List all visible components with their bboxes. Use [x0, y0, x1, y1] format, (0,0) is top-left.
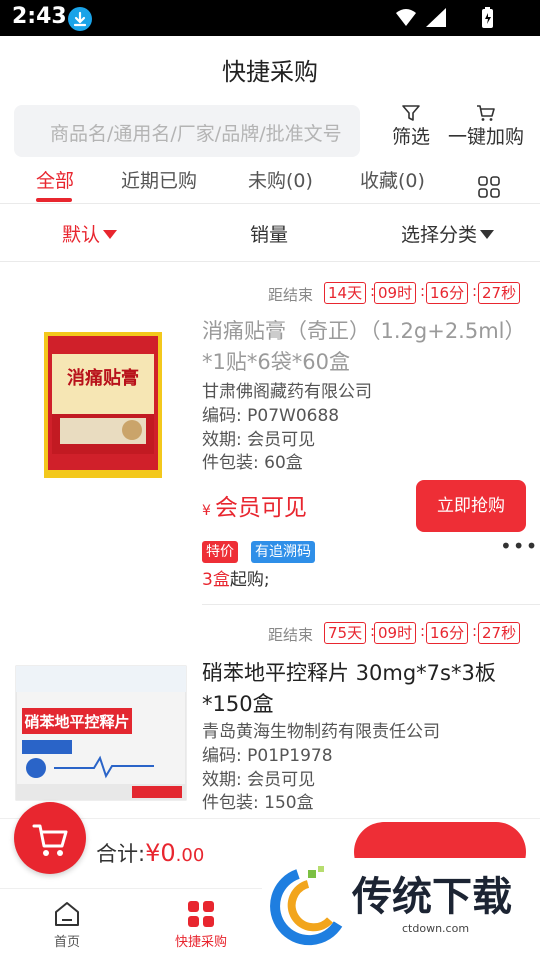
- nav-home[interactable]: 首页: [22, 899, 112, 950]
- product-expiry: 效期: 会员可见: [202, 430, 316, 450]
- countdown-seconds: 27秒: [478, 282, 521, 304]
- quick-buy-icon: [186, 899, 216, 929]
- price-symbol: ¥: [202, 503, 211, 519]
- one-click-add-button[interactable]: 一键加购: [444, 104, 528, 152]
- tab-favorites[interactable]: 收藏(0): [360, 166, 425, 193]
- search-placeholder: 商品名/通用名/厂家/品牌/批准文号: [50, 123, 342, 145]
- product-name[interactable]: 消痛贴膏（奇正）（1.2g+2.5ml）*1贴*6袋*60盒: [202, 316, 532, 378]
- filter-label: 筛选: [391, 126, 430, 148]
- product-code: 编码: P01P1978: [202, 746, 333, 766]
- min-order: 3盒起购;: [202, 565, 270, 590]
- sort-default[interactable]: 默认: [62, 220, 118, 247]
- filter-button[interactable]: 筛选: [386, 104, 436, 152]
- product-package: 件包装: 60盒: [202, 453, 303, 473]
- download-icon: [68, 7, 92, 31]
- watermark-subtext: ctdown.com: [402, 922, 470, 935]
- countdown-days: 14天: [324, 282, 367, 304]
- grid-icon[interactable]: [478, 176, 500, 198]
- more-icon[interactable]: •••: [500, 534, 538, 558]
- status-bar: 2:43: [0, 0, 540, 36]
- watermark-text: 传统下载: [352, 874, 512, 920]
- divider: [202, 604, 540, 605]
- product-package: 件包装: 150盒: [202, 793, 314, 813]
- countdown-label: 距结束: [268, 626, 314, 644]
- nav-quick-buy[interactable]: 快捷采购: [156, 899, 246, 950]
- sort-category[interactable]: 选择分类: [401, 220, 495, 247]
- cart-icon: [476, 104, 496, 122]
- nav-quick-buy-label: 快捷采购: [174, 935, 227, 950]
- countdown-minutes: 16分: [426, 622, 469, 644]
- tag-traceable: 有追溯码: [251, 541, 315, 563]
- caret-down-icon: [103, 229, 118, 239]
- wifi-icon: [396, 9, 416, 26]
- cart-total: 合计:¥0.00: [96, 838, 204, 868]
- sort-sales[interactable]: 销量: [250, 220, 288, 247]
- watermark: 传统下载 ctdown.com: [262, 858, 540, 960]
- countdown-hours: 09时: [374, 282, 417, 304]
- signal-icon: [426, 8, 446, 27]
- sort-category-label: 选择分类: [401, 224, 478, 246]
- watermark-logo-icon: [270, 866, 343, 946]
- countdown-label: 距结束: [268, 286, 314, 304]
- tab-indicator: [36, 198, 72, 202]
- total-amount: ¥0.00: [145, 839, 205, 867]
- tag-special-price: 特价: [202, 541, 238, 563]
- product-price: ¥ 会员可见: [202, 488, 307, 522]
- product-image[interactable]: 消痛贴膏: [14, 322, 190, 498]
- buy-now-button[interactable]: 立即抢购: [416, 480, 526, 532]
- price-text: 会员可见: [214, 495, 307, 521]
- search-input[interactable]: 商品名/通用名/厂家/品牌/批准文号: [14, 105, 360, 157]
- total-label: 合计:: [96, 842, 146, 866]
- min-order-text: 起购;: [229, 570, 270, 590]
- caret-down-icon: [480, 229, 495, 239]
- min-order-qty: 3盒: [202, 570, 230, 590]
- product-image-text: 硝苯地平控释片: [24, 713, 129, 731]
- product-code: 编码: P07W0688: [202, 406, 340, 426]
- product-image-text: 消痛贴膏: [67, 367, 139, 389]
- countdown-seconds: 27秒: [478, 622, 521, 644]
- one-click-add-label: 一键加购: [447, 126, 524, 148]
- sort-bar: 默认 销量 选择分类: [0, 204, 540, 262]
- countdown-hours: 09时: [374, 622, 417, 644]
- home-icon: [52, 899, 82, 929]
- tab-not-bought[interactable]: 未购(0): [248, 166, 313, 193]
- countdown-days: 75天: [324, 622, 367, 644]
- page-title: 快捷采购: [222, 58, 318, 86]
- sort-default-label: 默认: [62, 224, 101, 246]
- product-expiry: 效期: 会员可见: [202, 770, 316, 790]
- product-name[interactable]: 硝苯地平控释片 30mg*7s*3板*150盒: [202, 658, 532, 720]
- product-manufacturer: 青岛黄海生物制药有限责任公司: [202, 722, 440, 742]
- tab-all[interactable]: 全部: [36, 166, 74, 193]
- tab-recent[interactable]: 近期已购: [121, 166, 197, 193]
- cart-button[interactable]: [14, 802, 86, 874]
- cart-icon: [32, 824, 68, 856]
- countdown-minutes: 16分: [426, 282, 469, 304]
- battery-icon: [482, 7, 493, 28]
- status-time: 2:43: [12, 4, 67, 29]
- status-icons: [394, 6, 504, 30]
- nav-home-label: 首页: [53, 935, 80, 950]
- filter-icon: [401, 104, 421, 122]
- tab-bar: 全部 近期已购 未购(0) 收藏(0): [0, 160, 540, 204]
- product-manufacturer: 甘肃佛阁藏药有限公司: [202, 382, 372, 402]
